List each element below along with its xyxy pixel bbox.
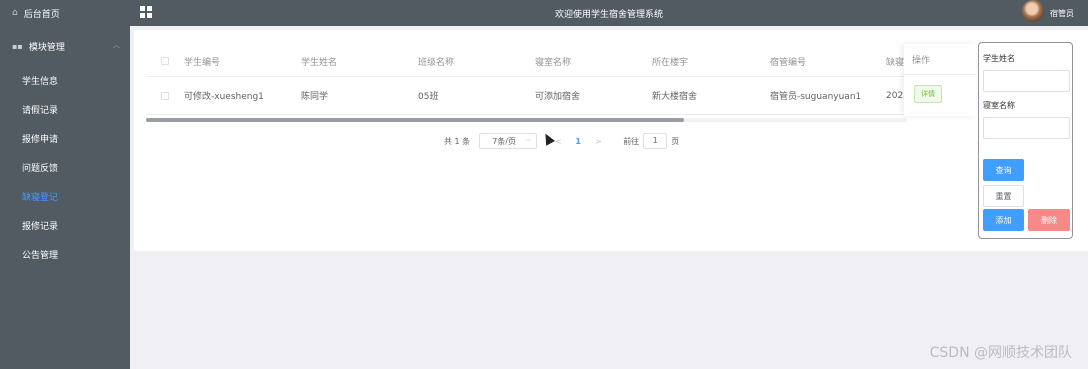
table-cell: 可添加宿舍: [535, 92, 581, 102]
column-header: 缺寝: [886, 57, 905, 68]
sidebar-group-label: 模块管理: [28, 42, 65, 53]
goto-label: 前往: [623, 136, 640, 146]
page-number[interactable]: 1: [569, 137, 587, 146]
sidebar-item-label: 报修记录: [22, 222, 59, 232]
sidebar-item-repair-records[interactable]: 报修记录: [0, 211, 130, 240]
row-checkbox[interactable]: [161, 91, 169, 100]
table-cell: 2023: [886, 90, 906, 101]
sidebar-item-feedback[interactable]: 问题反馈: [0, 153, 130, 182]
data-table: 学生编号 学生姓名 班级名称 寝室名称 所在楼宇 宿管编号 缺寝 可修改-xue…: [146, 46, 906, 115]
page-size-value: 7条/页: [492, 136, 516, 146]
user-name[interactable]: 宿管员: [1050, 8, 1074, 19]
sidebar-item-label: 公告管理: [22, 251, 59, 261]
table-cell: 新大楼宿舍: [652, 92, 698, 102]
sidebar-home-label: 后台首页: [23, 9, 60, 20]
pagination: 共 1 条 7条/页 ﹀ < 1 > 前往 1 页: [444, 133, 679, 149]
horizontal-scrollbar[interactable]: [146, 118, 684, 122]
column-header: 学生编号: [184, 57, 221, 68]
student-name-label: 学生姓名: [983, 54, 1015, 63]
page-title: 欢迎使用学生宿舍管理系统: [554, 10, 663, 20]
student-name-input[interactable]: [983, 70, 1070, 92]
page-size-select[interactable]: 7条/页 ﹀: [479, 133, 538, 149]
home-icon: ⌂: [12, 8, 18, 18]
avatar[interactable]: [1022, 0, 1044, 22]
sidebar-item-label: 请假记录: [22, 106, 59, 116]
room-name-input[interactable]: [983, 117, 1070, 139]
sidebar: ⌂ 后台首页 ▪▪ 模块管理 ︿ 学生信息 请假记录 报修申请 问题反馈 缺寝登…: [0, 0, 130, 369]
sidebar-item-label: 学生信息: [22, 77, 59, 87]
detail-button[interactable]: 详情: [914, 85, 942, 103]
sidebar-item-student-info[interactable]: 学生信息: [0, 66, 130, 95]
pagination-total: 共 1 条: [444, 136, 471, 146]
sidebar-item-absence[interactable]: 缺寝登记: [0, 182, 130, 211]
page-suffix: 页: [671, 136, 680, 146]
sidebar-item-repair-request[interactable]: 报修申请: [0, 124, 130, 153]
table-row: 可修改-xuesheng1 陈同学 05班 可添加宿舍 新大楼宿舍 宿管员-su…: [146, 77, 906, 115]
table-header-row: 学生编号 学生姓名 班级名称 寝室名称 所在楼宇 宿管编号 缺寝: [146, 46, 906, 77]
column-header: 学生姓名: [301, 57, 338, 68]
next-page-button[interactable]: >: [587, 137, 609, 146]
room-name-label: 寝室名称: [983, 101, 1015, 110]
column-header: 所在楼宇: [652, 57, 689, 68]
query-button[interactable]: 查询: [983, 159, 1024, 181]
table-cell: 宿管员-suguanyuan1: [770, 92, 862, 102]
main-card: 学生编号 学生姓名 班级名称 寝室名称 所在楼宇 宿管编号 缺寝 可修改-xue…: [134, 30, 1088, 251]
column-header: 班级名称: [418, 57, 455, 68]
sidebar-home[interactable]: ⌂ 后台首页: [0, 0, 130, 26]
table-cell: 陈同学: [301, 92, 329, 102]
chevron-up-icon: ︿: [113, 41, 120, 49]
sidebar-item-notices[interactable]: 公告管理: [0, 240, 130, 269]
delete-button[interactable]: 删除: [1028, 209, 1070, 231]
sidebar-item-leave-records[interactable]: 请假记录: [0, 95, 130, 124]
grid-icon: ▪▪: [12, 41, 23, 51]
sidebar-item-label: 问题反馈: [22, 164, 59, 174]
column-header-operation: 操作: [904, 44, 976, 75]
operation-column: 操作 详情: [904, 44, 976, 116]
chevron-down-icon: ﹀: [525, 138, 532, 146]
add-button[interactable]: 添加: [983, 209, 1024, 231]
top-header: 欢迎使用学生宿舍管理系统 宿管员: [130, 0, 1088, 26]
sidebar-item-label: 报修申请: [22, 135, 59, 145]
goto-page-input[interactable]: 1: [643, 133, 668, 149]
select-all-checkbox[interactable]: [161, 57, 169, 65]
column-header: 宿管编号: [770, 57, 807, 68]
sidebar-group-module[interactable]: ▪▪ 模块管理 ︿: [0, 26, 130, 66]
table-cell: 05班: [418, 92, 439, 102]
reset-button[interactable]: 重置: [983, 185, 1024, 207]
column-header: 寝室名称: [535, 57, 572, 68]
sidebar-item-label: 缺寝登记: [22, 193, 59, 203]
table-cell: 可修改-xuesheng1: [184, 92, 264, 102]
search-panel: 学生姓名 寝室名称 查询 重置 添加 删除: [978, 42, 1073, 239]
watermark: CSDN @网顺技术团队: [929, 345, 1072, 361]
